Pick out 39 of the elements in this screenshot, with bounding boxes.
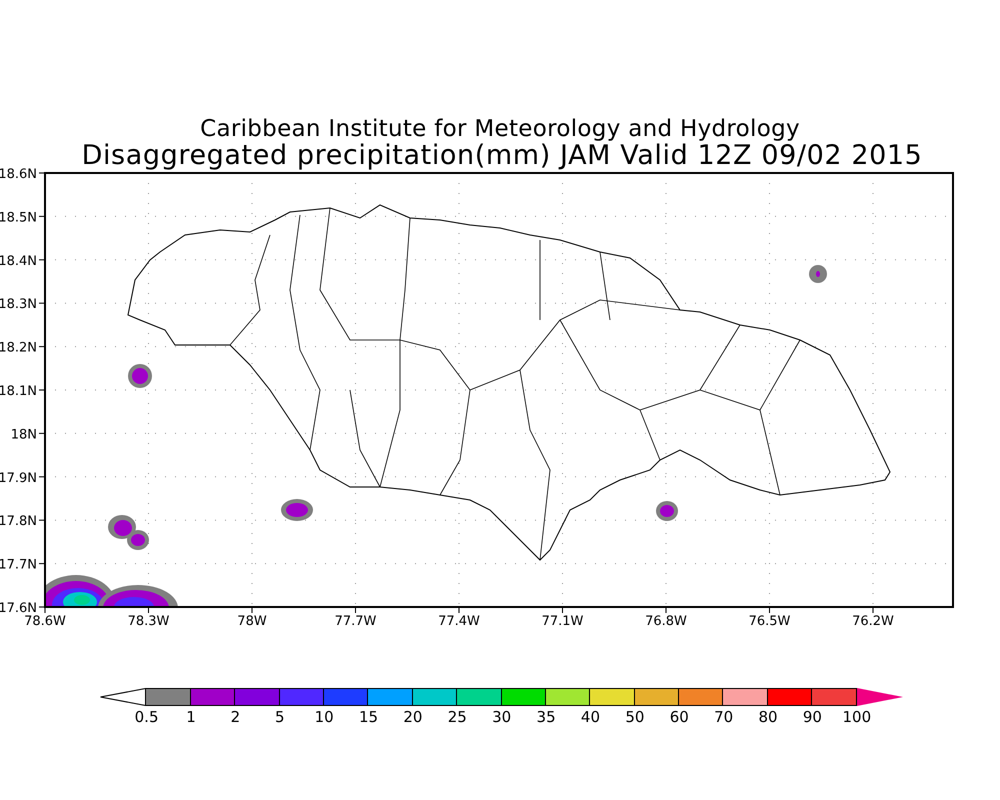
latitude-label: 18.1N <box>0 384 37 399</box>
longitude-label: 77.4W <box>438 614 480 629</box>
scale-label: 40 <box>580 709 602 725</box>
scale-label: 10 <box>314 709 335 725</box>
scale-label: 2 <box>230 709 242 725</box>
latitude-label: 18.2N <box>0 340 37 356</box>
scale-label: 60 <box>668 709 690 725</box>
latitude-label: 18.3N <box>0 297 37 312</box>
scale-label: 50 <box>624 709 646 725</box>
chart-title: Caribbean Institute for Meteorology and Hydrology <box>200 116 800 142</box>
scale-label: 90 <box>802 709 823 725</box>
scale-label: 5 <box>274 709 286 725</box>
longitude-label: 78.3W <box>128 614 170 629</box>
latitude-label: 17.6N <box>0 601 37 616</box>
longitude-label: 77.7W <box>334 614 376 629</box>
scale-label: 25 <box>446 709 468 725</box>
longitude-label: 78.6W <box>24 614 66 629</box>
scale-label: 35 <box>536 709 557 725</box>
scale-label: 1 <box>185 709 197 725</box>
chart-subtitle: Disaggregated precipitation(mm) JAM Valid 12Z 09/02 2015 <box>82 142 922 170</box>
scale-label: 20 <box>402 709 424 725</box>
latitude-label: 17.7N <box>0 558 37 573</box>
latitude-label: 18N <box>10 427 37 442</box>
longitude-label: 76.2W <box>852 614 894 629</box>
longitude-label: 77.1W <box>542 614 584 629</box>
latitude-label: 17.8N <box>0 514 37 530</box>
latitude-label: 18.5N <box>0 210 37 226</box>
latitude-label: 18.4N <box>0 254 37 269</box>
scale-label: 0.5 <box>134 709 160 725</box>
longitude-label: 76.5W <box>748 614 790 629</box>
scale-label: 15 <box>358 709 380 725</box>
longitude-label: 78W <box>237 614 267 629</box>
scale-label: 80 <box>757 709 779 725</box>
latitude-label: 17.9N <box>0 470 37 486</box>
scale-label: 100 <box>842 709 872 725</box>
scale-label: 70 <box>713 709 734 725</box>
scale-label: 30 <box>491 709 512 725</box>
latitude-label: 18.6N <box>0 167 37 182</box>
longitude-label: 76.8W <box>645 614 687 629</box>
